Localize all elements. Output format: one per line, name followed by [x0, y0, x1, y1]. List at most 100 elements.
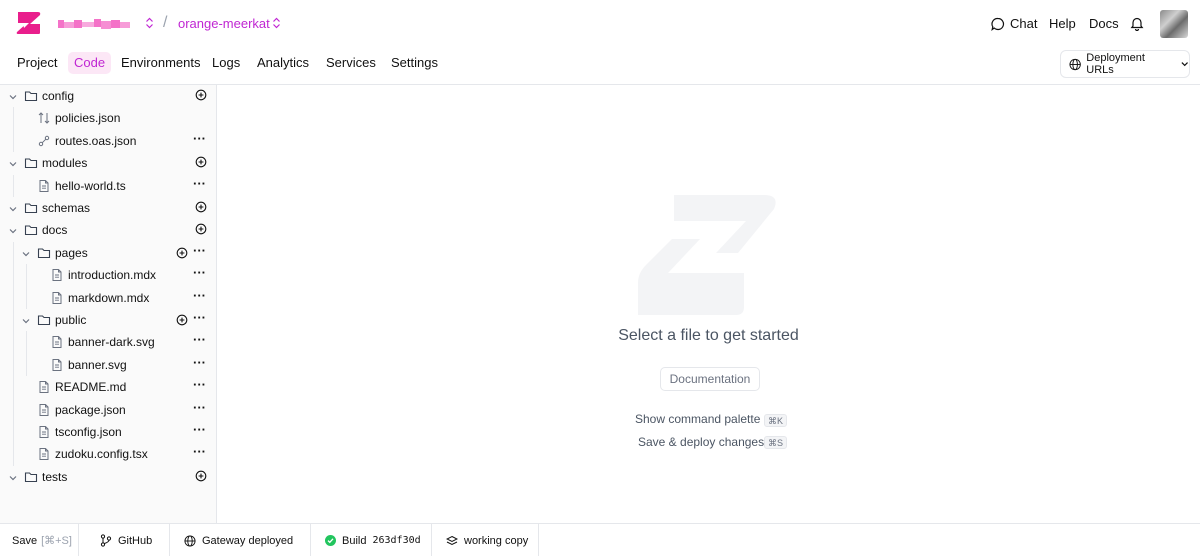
add-file-icon[interactable]	[195, 223, 207, 235]
more-options-icon[interactable]: ···	[193, 310, 206, 325]
save-shortcut: [⌘+S]	[41, 535, 72, 547]
build-hash: 263df30d	[372, 535, 421, 546]
tree-item-label: pages	[55, 245, 88, 260]
deployment-urls-button[interactable]: Deployment URLs	[1060, 50, 1190, 78]
add-file-icon[interactable]	[195, 89, 207, 101]
tree-file[interactable]: hello-world.ts ···	[0, 175, 217, 197]
tree-item-label: hello-world.ts	[55, 178, 126, 193]
tab-code[interactable]: Code	[68, 52, 112, 74]
notifications-bell-icon[interactable]	[1130, 16, 1144, 31]
tab-analytics[interactable]: Analytics	[251, 52, 315, 74]
more-options-icon[interactable]: ···	[193, 176, 206, 191]
tab-environments[interactable]: Environments	[115, 52, 206, 74]
build-status[interactable]: Build 263df30d	[311, 524, 432, 556]
more-options-icon[interactable]: ···	[193, 422, 206, 437]
more-options-icon[interactable]: ···	[193, 400, 206, 415]
chat-button[interactable]: Chat	[991, 16, 1037, 31]
tab-services[interactable]: Services	[320, 52, 382, 74]
status-bar: Save [⌘+S] GitHub Gateway deployed Build…	[0, 523, 1200, 556]
shortcut-command-palette-label: Show command palette	[635, 412, 761, 426]
add-file-icon[interactable]	[176, 247, 188, 259]
tree-file[interactable]: policies.json	[0, 107, 217, 129]
file-icon	[50, 268, 64, 282]
github-button[interactable]: GitHub	[79, 524, 170, 556]
add-file-icon[interactable]	[195, 470, 207, 482]
tree-item-label: public	[55, 313, 87, 327]
help-link[interactable]: Help	[1049, 16, 1076, 31]
more-options-icon[interactable]: ···	[193, 288, 206, 303]
chevron-down-icon[interactable]	[21, 248, 31, 258]
tree-item-label: docs	[42, 223, 68, 238]
tab-project[interactable]: Project	[11, 52, 63, 74]
tree-file[interactable]: banner-dark.svg ···	[0, 331, 217, 353]
more-options-icon[interactable]: ···	[193, 332, 206, 347]
tree-folder[interactable]: pages ···	[0, 242, 217, 264]
build-success-icon	[325, 535, 336, 546]
add-file-icon[interactable]	[195, 156, 207, 168]
more-options-icon[interactable]: ···	[193, 131, 206, 146]
globe-icon	[184, 534, 196, 547]
tree-file[interactable]: banner.svg ···	[0, 354, 217, 376]
more-options-icon[interactable]: ···	[193, 265, 206, 280]
tree-file[interactable]: zudoku.config.tsx ···	[0, 443, 217, 465]
add-file-icon[interactable]	[176, 314, 188, 326]
tree-folder[interactable]: schemas	[0, 197, 217, 219]
tree-folder[interactable]: tests	[0, 466, 217, 488]
tree-file[interactable]: tsconfig.json ···	[0, 421, 217, 443]
tree-item-label: package.json	[55, 402, 126, 417]
tree-file[interactable]: package.json ···	[0, 399, 217, 421]
tree-file[interactable]: routes.oas.json ···	[0, 130, 217, 152]
breadcrumb-separator: /	[163, 14, 168, 31]
chat-bubble-icon	[991, 17, 1005, 31]
chevron-down-icon[interactable]	[8, 158, 18, 168]
more-options-icon[interactable]: ···	[193, 444, 206, 459]
tree-folder[interactable]: public ···	[0, 309, 217, 331]
save-button[interactable]: Save [⌘+S]	[0, 524, 79, 556]
chevron-down-icon[interactable]	[8, 91, 18, 101]
top-bar: / orange-meerkat Chat Help Docs	[0, 0, 1200, 46]
org-switcher-chevrons-icon[interactable]	[145, 17, 154, 29]
git-branch-icon	[100, 534, 112, 547]
chevron-down-icon[interactable]	[21, 315, 31, 325]
more-options-icon[interactable]: ···	[193, 243, 206, 258]
shortcut-save-deploy-key: ⌘S	[764, 436, 788, 449]
folder-icon	[24, 201, 38, 215]
user-avatar[interactable]	[1160, 10, 1188, 38]
globe-icon	[1069, 58, 1081, 70]
tab-logs[interactable]: Logs	[206, 52, 246, 74]
documentation-button[interactable]: Documentation	[660, 367, 760, 391]
tree-folder[interactable]: modules	[0, 152, 217, 174]
project-name[interactable]: orange-meerkat	[178, 16, 270, 31]
zuplo-logo-icon[interactable]	[16, 11, 42, 35]
file-tree: config policies.json routes.oas.json ··· mod…	[0, 85, 217, 523]
file-icon	[50, 335, 64, 349]
save-label: Save	[12, 534, 38, 547]
tree-file[interactable]: introduction.mdx ···	[0, 264, 217, 286]
tree-file[interactable]: markdown.mdx ···	[0, 287, 217, 309]
tree-item-label: config	[42, 89, 75, 103]
tree-item-label: README.md	[55, 380, 127, 395]
chevron-down-icon[interactable]	[8, 203, 18, 213]
tree-file[interactable]: README.md ···	[0, 376, 217, 398]
project-switcher-chevrons-icon[interactable]	[272, 17, 281, 29]
docs-link[interactable]: Docs	[1089, 16, 1119, 31]
shortcut-save-deploy-label: Save & deploy changes	[638, 435, 765, 449]
folder-icon	[24, 89, 38, 103]
add-file-icon[interactable]	[195, 201, 207, 213]
tab-settings[interactable]: Settings	[385, 52, 444, 74]
tree-item-label: markdown.mdx	[68, 290, 150, 305]
chevron-down-icon[interactable]	[8, 225, 18, 235]
gateway-status[interactable]: Gateway deployed	[170, 524, 311, 556]
chevron-down-icon[interactable]	[8, 472, 18, 482]
org-name-redacted[interactable]	[58, 18, 140, 29]
tree-folder[interactable]: docs	[0, 219, 217, 241]
more-options-icon[interactable]: ···	[193, 355, 206, 370]
build-label: Build	[342, 534, 367, 547]
working-copy-status[interactable]: working copy	[432, 524, 539, 556]
file-icon	[37, 380, 51, 394]
section-tabs: Project Code Environments Logs Analytics…	[0, 46, 1200, 85]
folder-icon	[24, 470, 38, 484]
folder-icon	[24, 156, 38, 170]
tree-folder[interactable]: config	[0, 85, 217, 107]
more-options-icon[interactable]: ···	[193, 377, 206, 392]
